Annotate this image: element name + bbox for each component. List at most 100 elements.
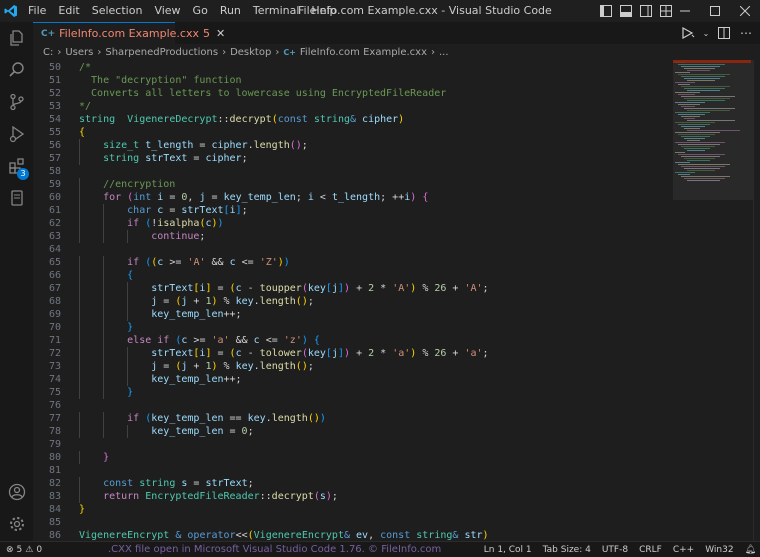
maximize-icon[interactable] xyxy=(700,0,730,22)
menu-view[interactable]: View xyxy=(148,0,186,22)
menu-run[interactable]: Run xyxy=(214,0,247,22)
code-line[interactable]: 50 /* xyxy=(33,61,673,74)
code-line[interactable]: 77 if (key_temp_len == key.length()) xyxy=(33,412,673,425)
code-line[interactable]: 69 key_temp_len++; xyxy=(33,308,673,321)
code-line[interactable]: 78 key_temp_len = 0; xyxy=(33,425,673,438)
code-line[interactable]: 79 xyxy=(33,438,673,451)
code-line[interactable]: 82 const string s = strText; xyxy=(33,477,673,490)
minimap-line xyxy=(687,110,730,111)
breadcrumb-item[interactable]: Users xyxy=(65,47,93,58)
chevron-down-icon[interactable]: ⌄ xyxy=(702,25,710,41)
code-line[interactable]: 65 if ((c >= 'A' && c <= 'Z')) xyxy=(33,256,673,269)
indent-guide xyxy=(103,256,105,269)
code-line[interactable]: 57 string strText = cipher; xyxy=(33,152,673,165)
code-line[interactable]: 55 { xyxy=(33,126,673,139)
code-line[interactable]: 80} xyxy=(33,451,673,464)
minimap[interactable] xyxy=(673,60,753,541)
code-line[interactable]: 84} xyxy=(33,503,673,516)
code-line[interactable]: 83 return EncryptedFileReader::decrypt(s)… xyxy=(33,490,673,503)
code-token: ) xyxy=(217,218,224,229)
more-actions-icon[interactable]: ⋯ xyxy=(738,25,754,41)
code-line[interactable]: 63 continue; xyxy=(33,230,673,243)
code-token: } xyxy=(127,387,134,398)
status-problems[interactable]: ⊗ 5 ⚠ 0 xyxy=(0,545,42,555)
menu-go[interactable]: Go xyxy=(187,0,214,22)
code-line[interactable]: 52 Converts all letters to lowercase usi… xyxy=(33,87,673,100)
code-line[interactable]: 70} xyxy=(33,321,673,334)
minimap-line xyxy=(678,174,690,175)
settings-gear-icon[interactable] xyxy=(0,508,33,540)
toggle-panel-icon[interactable] xyxy=(618,3,634,19)
code-line[interactable]: 64 xyxy=(33,243,673,256)
menu-edit[interactable]: Edit xyxy=(52,0,85,22)
code-line[interactable]: 61 char c = strText[i]; xyxy=(33,204,673,217)
breadcrumb-item[interactable]: FileInfo.com Example.cxx xyxy=(300,47,427,58)
code-line[interactable]: 71 else if (c >= 'a' && c <= 'z') { xyxy=(33,334,673,347)
code-editor[interactable]: 50/* 51 The "decryption" function 52 Conve… xyxy=(33,60,673,541)
cursor-position[interactable]: Ln 1, Col 1 xyxy=(484,545,532,555)
code-line[interactable]: 60 for (int i = 0, j = key_temp_len; i < … xyxy=(33,191,673,204)
code-line[interactable]: 56 size_t t_length = cipher.length(); xyxy=(33,139,673,152)
code-text: j = (j + 1) % key.length(); xyxy=(151,295,314,308)
toggle-secondary-sidebar-icon[interactable] xyxy=(638,3,654,19)
warning-count: 0 xyxy=(36,544,43,555)
code-line[interactable]: 67 strText[i] = (c - toupper(key[j]) + 2 … xyxy=(33,282,673,295)
split-editor-icon[interactable] xyxy=(716,25,732,41)
code-line[interactable]: 54 string VigenereDecrypt::decrypt(const … xyxy=(33,113,673,126)
language-mode[interactable]: C++ xyxy=(673,545,694,555)
minimap-line xyxy=(684,168,720,169)
extensions-icon[interactable]: 3 xyxy=(0,150,33,182)
code-line[interactable]: 85 xyxy=(33,516,673,529)
minimap-line xyxy=(687,90,720,91)
indent-guide xyxy=(79,217,80,230)
tab-fileinfo-example[interactable]: C+ FileInfo.com Example.cxx 5 ✕ xyxy=(33,22,225,44)
menu-file[interactable]: File xyxy=(22,0,52,22)
encoding[interactable]: UTF-8 xyxy=(602,545,628,555)
remote-icon[interactable] xyxy=(0,182,33,214)
accounts-icon[interactable] xyxy=(0,476,33,508)
code-line[interactable]: 74 key_temp_len++; xyxy=(33,373,673,386)
line-number: 59 xyxy=(48,179,61,190)
code-line[interactable]: 68 j = (j + 1) % key.length(); xyxy=(33,295,673,308)
code-text: size_t t_length = cipher.length(); xyxy=(103,139,308,152)
line-number: 65 xyxy=(48,257,61,268)
code-line[interactable]: 81 xyxy=(33,464,673,477)
tab-close-icon[interactable]: ✕ xyxy=(216,27,225,40)
code-line[interactable]: 86 VigenereEncrypt & operator<<(VigenereE… xyxy=(33,529,673,541)
minimize-icon[interactable] xyxy=(670,0,700,22)
code-line[interactable]: 72 strText[i] = (c - tolower(key[j]) + 2 … xyxy=(33,347,673,360)
code-token: key xyxy=(235,296,254,307)
run-file-icon[interactable] xyxy=(680,25,696,41)
code-line[interactable]: 66 { xyxy=(33,269,673,282)
source-control-icon[interactable] xyxy=(0,86,33,118)
indentation[interactable]: Tab Size: 4 xyxy=(543,545,591,555)
search-icon[interactable] xyxy=(0,54,33,86)
code-line[interactable]: 73 j = (j + 1) % key.length(); xyxy=(33,360,673,373)
notifications-bell-icon[interactable]: 🔔︎ xyxy=(745,545,756,555)
code-line[interactable]: 58 xyxy=(33,165,673,178)
code-line[interactable]: 62 if (!isalpha(c)) xyxy=(33,217,673,230)
minimap-line xyxy=(687,70,710,71)
menu-selection[interactable]: Selection xyxy=(86,0,149,22)
code-line[interactable]: 75} xyxy=(33,386,673,399)
run-debug-icon[interactable] xyxy=(0,118,33,150)
breadcrumb-item[interactable]: SharpenedProductions xyxy=(105,47,218,58)
toggle-primary-sidebar-icon[interactable] xyxy=(598,3,614,19)
breadcrumb-item[interactable]: ... xyxy=(439,47,449,58)
menu-terminal[interactable]: Terminal xyxy=(247,0,306,22)
code-line[interactable]: 59 //encryption xyxy=(33,178,673,191)
platform-config[interactable]: Win32 xyxy=(705,545,733,555)
explorer-icon[interactable] xyxy=(0,22,33,54)
vertical-scrollbar[interactable] xyxy=(753,60,760,541)
code-token: = xyxy=(211,283,230,294)
code-line[interactable]: 53 */ xyxy=(33,100,673,113)
minimap-line xyxy=(687,130,740,131)
code-line[interactable]: 76 xyxy=(33,399,673,412)
code-line[interactable]: 51 The "decryption" function xyxy=(33,74,673,87)
minimap-line xyxy=(675,72,690,73)
indent-guide xyxy=(103,269,105,282)
end-of-line[interactable]: CRLF xyxy=(639,545,662,555)
breadcrumb-item[interactable]: C: xyxy=(43,47,53,58)
close-icon[interactable] xyxy=(730,0,760,22)
breadcrumb-item[interactable]: Desktop xyxy=(230,47,271,58)
